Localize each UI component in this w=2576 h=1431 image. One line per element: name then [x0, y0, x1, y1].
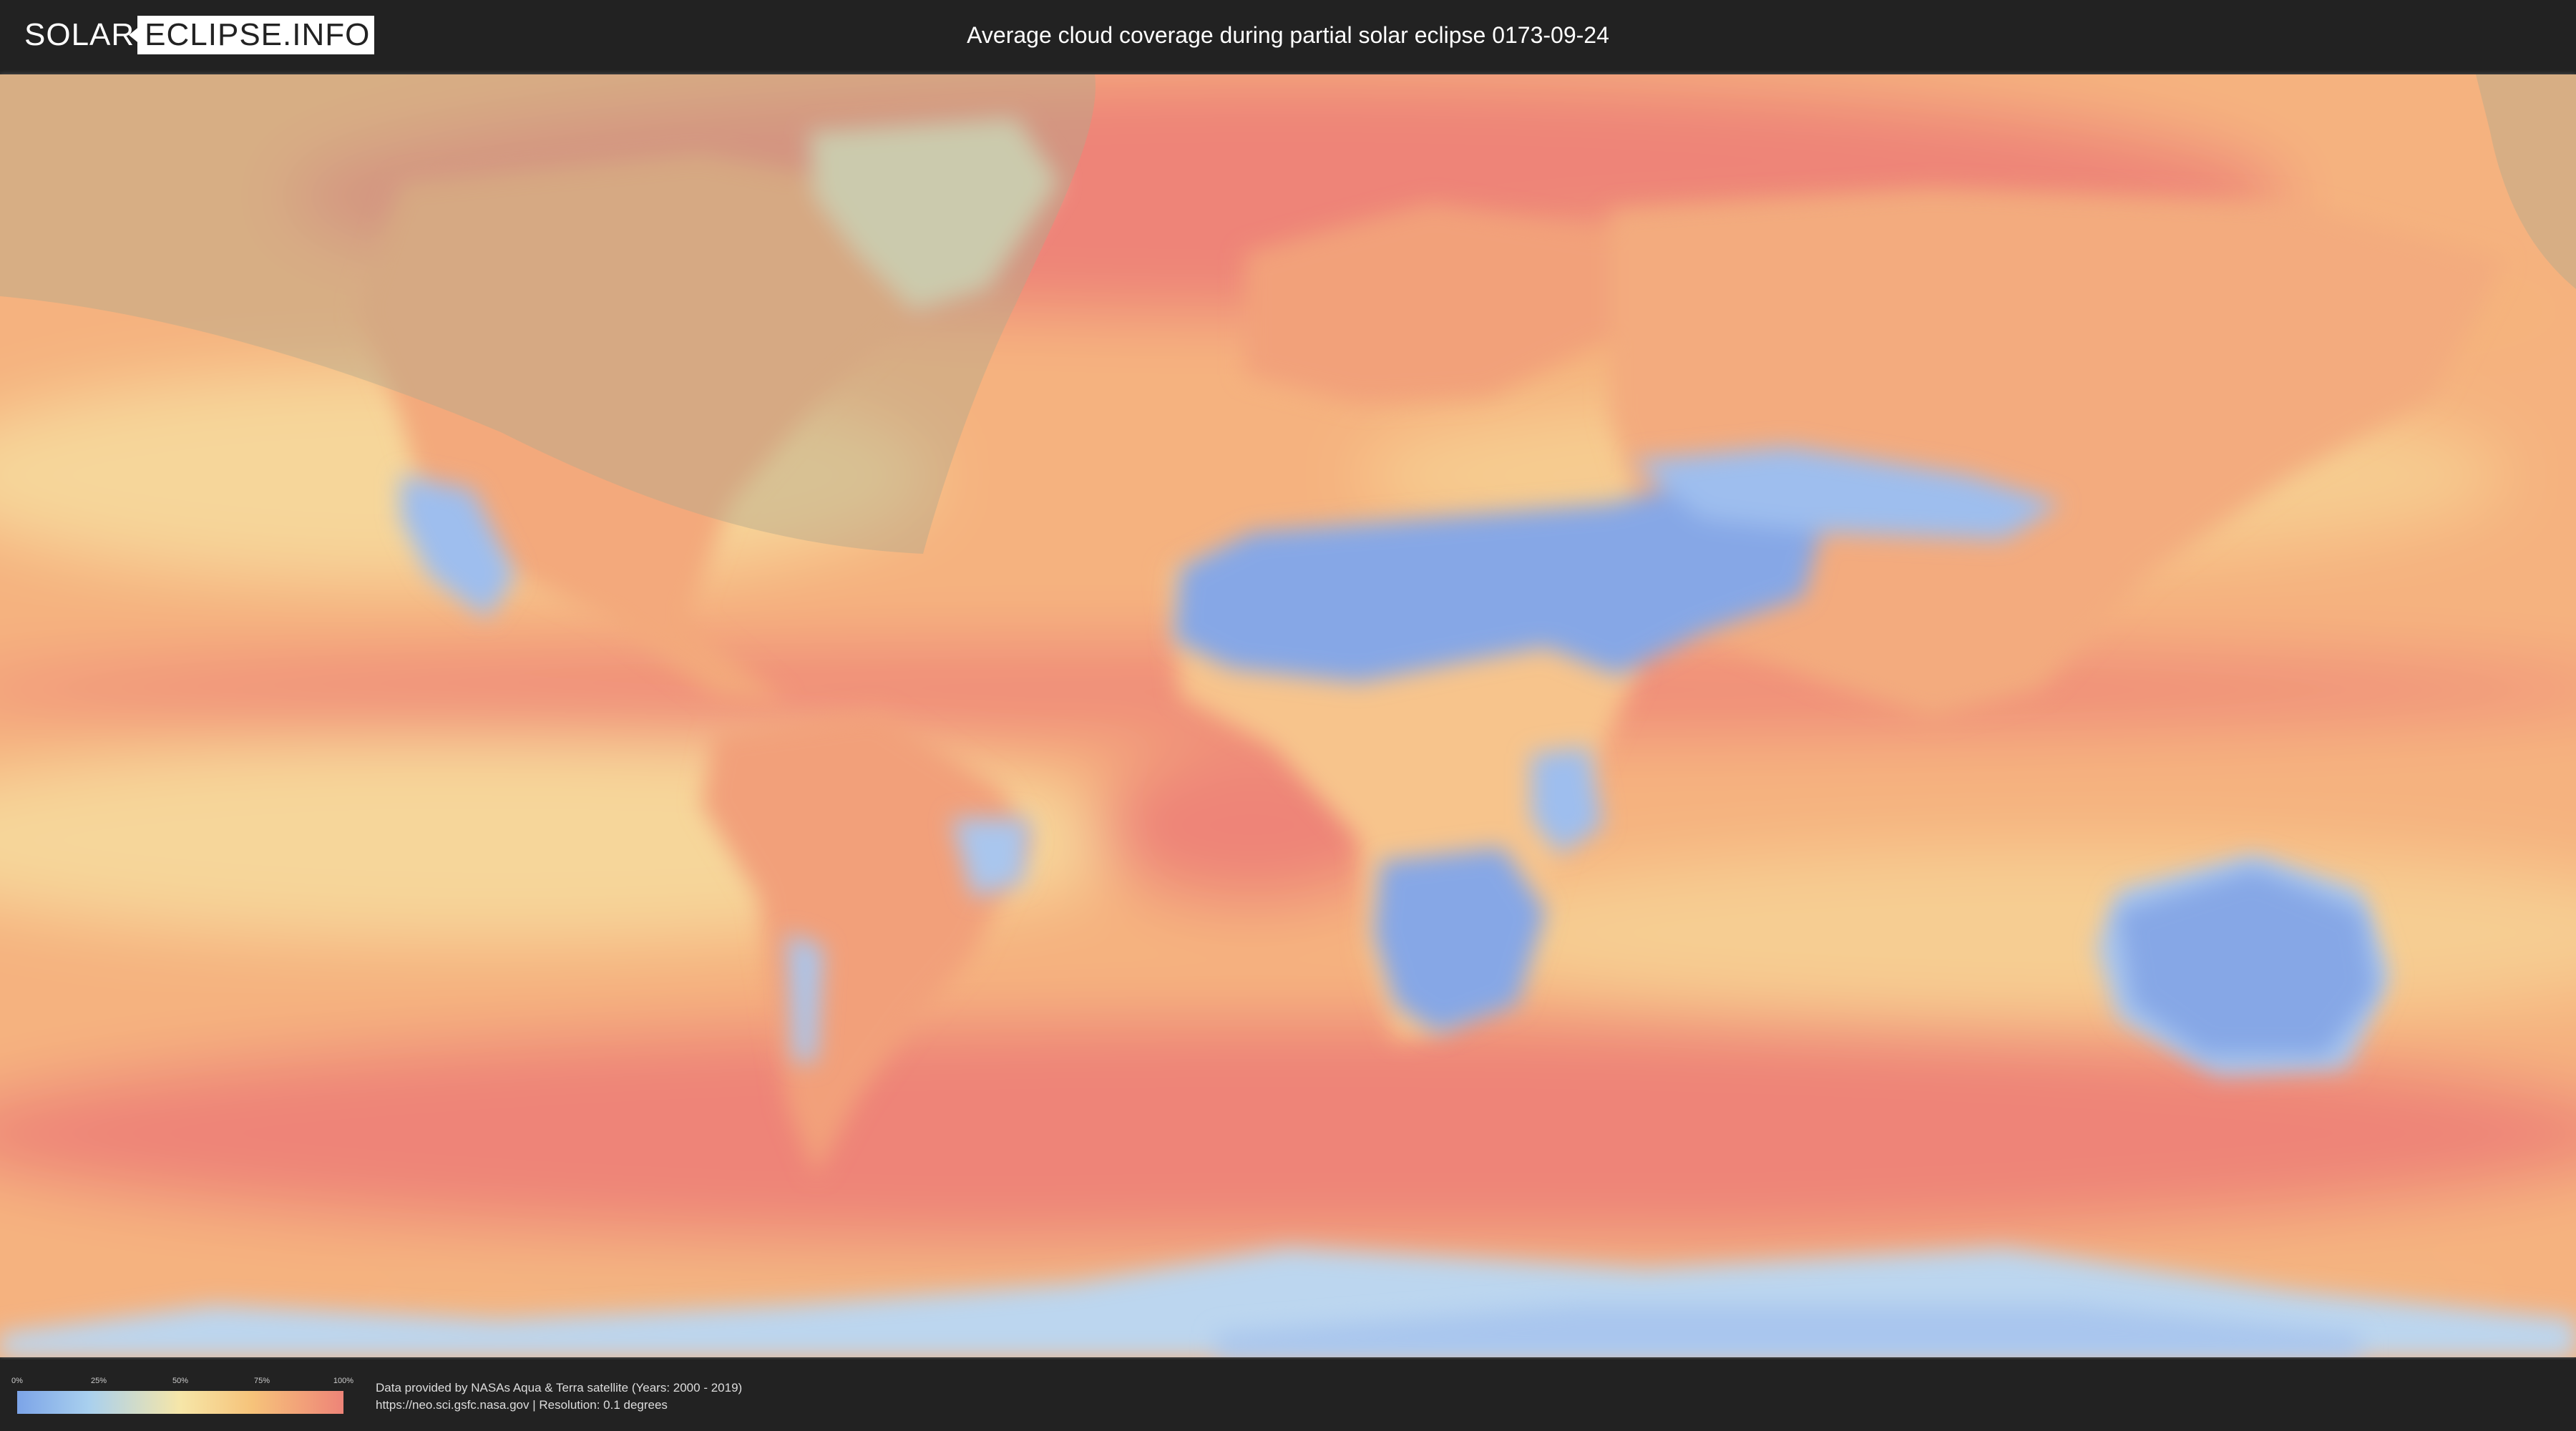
cloud-coverage-map[interactable] — [0, 74, 2576, 1357]
legend-tick-100: 100% — [333, 1377, 354, 1385]
credit-line-source: Data provided by NASAs Aqua & Terra sate… — [376, 1381, 743, 1395]
legend-tick-75: 75% — [253, 1377, 270, 1385]
footer-bar: 0% 25% 50% 75% 100% Data provided by NAS… — [0, 1359, 2576, 1431]
credit-line-url: https://neo.sci.gsfc.nasa.gov | Resoluti… — [376, 1398, 668, 1412]
header-bar: SOLAR ECLIPSE.INFO Average cloud coverag… — [0, 0, 2576, 72]
data-credits: Data provided by NASAs Aqua & Terra sate… — [376, 1379, 742, 1414]
page-title: Average cloud coverage during partial so… — [967, 22, 1609, 48]
legend-tick-50: 50% — [172, 1377, 189, 1385]
legend-tick-25: 25% — [90, 1377, 107, 1385]
cloud-coverage-legend: 0% 25% 50% 75% 100% — [11, 1377, 353, 1414]
legend-gradient-bar — [17, 1391, 343, 1414]
world-map-svg — [0, 74, 2576, 1357]
legend-tick-0: 0% — [11, 1377, 23, 1385]
